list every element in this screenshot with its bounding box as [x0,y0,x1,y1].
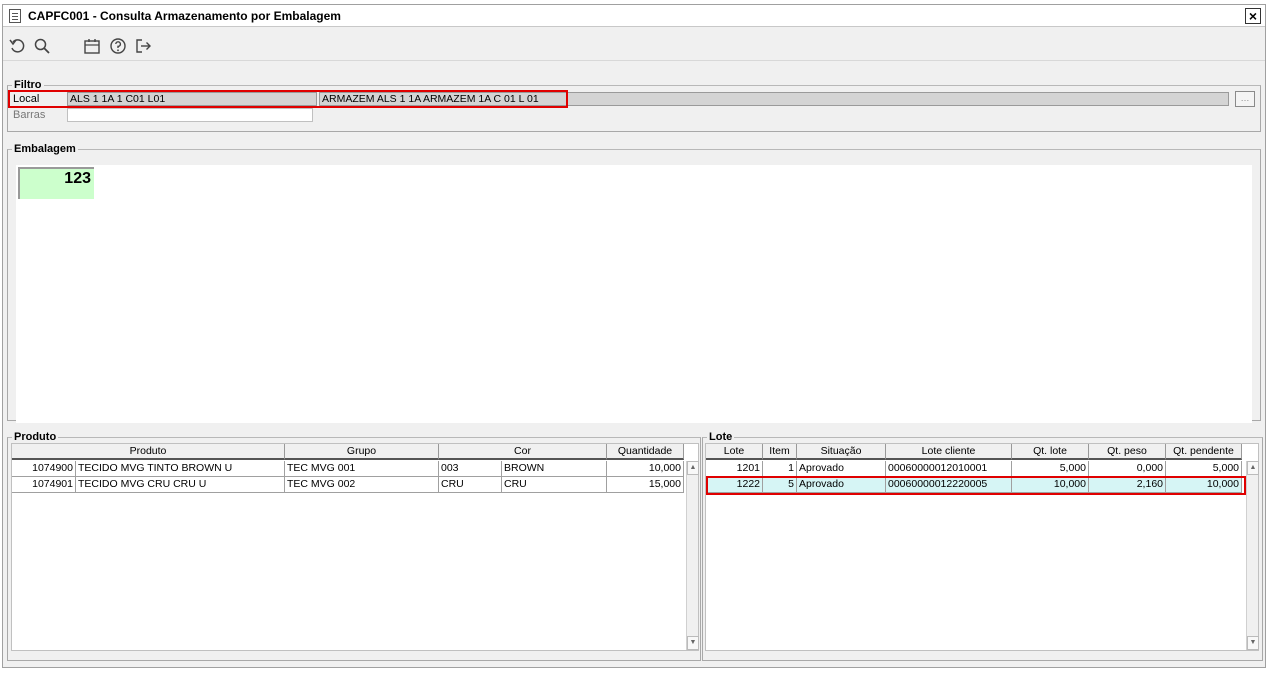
barras-field[interactable] [67,108,313,122]
document-icon [9,9,21,23]
produto-cor: BROWN [502,461,607,477]
produto-col-quantidade[interactable]: Quantidade [607,444,684,460]
produto-col-produto[interactable]: Produto [12,444,285,460]
lote-col-qt-lote[interactable]: Qt. lote [1012,444,1089,460]
lote-item: 5 [763,477,797,493]
lote-situacao: Aprovado [797,477,886,493]
title-bar: CAPFC001 - Consulta Armazenamento por Em… [3,5,1265,27]
produto-descricao: TECIDO MVG CRU CRU U [76,477,285,493]
embalagem-area: 123 [16,165,1252,423]
table-row-selected[interactable]: 1222 5 Aprovado 00060000012220005 10,000… [706,477,1242,493]
produto-grid: Produto Grupo Cor Quantidade 1074900 TEC… [11,443,699,651]
lote-legend: Lote [709,431,733,443]
close-button[interactable]: × [1245,8,1261,24]
main-window: CAPFC001 - Consulta Armazenamento por Em… [2,4,1266,668]
lote-item: 1 [763,461,797,477]
produto-col-cor[interactable]: Cor [439,444,607,460]
produto-legend: Produto [14,431,57,443]
lote-col-situacao[interactable]: Situação [797,444,886,460]
lote-col-item[interactable]: Item [763,444,797,460]
exit-icon[interactable] [134,37,152,55]
produto-cor: CRU [502,477,607,493]
scroll-up-icon[interactable]: ▲ [687,461,699,475]
toolbar [3,28,1265,61]
undo-icon[interactable] [9,37,27,55]
lote-col-lote-cliente[interactable]: Lote cliente [886,444,1012,460]
embalagem-legend: Embalagem [14,143,76,155]
lote-qt-lote: 10,000 [1012,477,1089,493]
local-description-field: ARMAZEM ALS 1 1A ARMAZEM 1A C 01 L 01 [319,92,1229,106]
produto-scrollbar[interactable]: ▲ ▼ [686,461,699,650]
lote-numero: 1222 [706,477,763,493]
table-row[interactable]: 1201 1 Aprovado 00060000012010001 5,000 … [706,461,1242,477]
produto-cor-codigo: CRU [439,477,502,493]
lote-col-lote[interactable]: Lote [706,444,763,460]
produto-grupo: TEC MVG 002 [285,477,439,493]
barras-label: Barras [13,109,46,121]
produto-codigo: 1074901 [12,477,76,493]
lote-cliente: 00060000012220005 [886,477,1012,493]
produto-descricao: TECIDO MVG TINTO BROWN U [76,461,285,477]
lote-col-qt-peso[interactable]: Qt. peso [1089,444,1166,460]
table-row[interactable]: 1074901 TECIDO MVG CRU CRU U TEC MVG 002… [12,477,684,493]
lookup-button[interactable]: … [1235,91,1255,107]
embalagem-group: Embalagem 123 [7,143,1261,423]
produto-quantidade: 15,000 [607,477,684,493]
local-field[interactable]: ALS 1 1A 1 C01 L01 [67,92,317,106]
lote-scrollbar[interactable]: ▲ ▼ [1246,461,1259,650]
lote-qt-peso: 0,000 [1089,461,1166,477]
table-row[interactable]: 1074900 TECIDO MVG TINTO BROWN U TEC MVG… [12,461,684,477]
embalagem-tile[interactable]: 123 [18,167,94,199]
lote-qt-lote: 5,000 [1012,461,1089,477]
calendar-icon[interactable] [83,37,101,55]
window-title: CAPFC001 - Consulta Armazenamento por Em… [28,9,341,23]
search-icon[interactable] [33,37,51,55]
help-icon[interactable] [109,37,127,55]
produto-col-grupo[interactable]: Grupo [285,444,439,460]
produto-grupo: TEC MVG 001 [285,461,439,477]
lote-cliente: 00060000012010001 [886,461,1012,477]
produto-codigo: 1074900 [12,461,76,477]
lote-qt-pendente: 5,000 [1166,461,1242,477]
lote-grid-header: Lote Item Situação Lote cliente Qt. lote… [706,444,1242,460]
local-label: Local [13,93,40,105]
lote-qt-peso: 2,160 [1089,477,1166,493]
lote-situacao: Aprovado [797,461,886,477]
lote-col-qt-pendente[interactable]: Qt. pendente [1166,444,1242,460]
scroll-down-icon[interactable]: ▼ [687,636,699,650]
filtro-legend: Filtro [14,79,42,91]
lote-numero: 1201 [706,461,763,477]
produto-quantidade: 10,000 [607,461,684,477]
scroll-down-icon[interactable]: ▼ [1247,636,1259,650]
scroll-up-icon[interactable]: ▲ [1247,461,1259,475]
lote-qt-pendente: 10,000 [1166,477,1242,493]
produto-cor-codigo: 003 [439,461,502,477]
lote-grid: Lote Item Situação Lote cliente Qt. lote… [705,443,1259,651]
produto-grid-header: Produto Grupo Cor Quantidade [12,444,684,460]
